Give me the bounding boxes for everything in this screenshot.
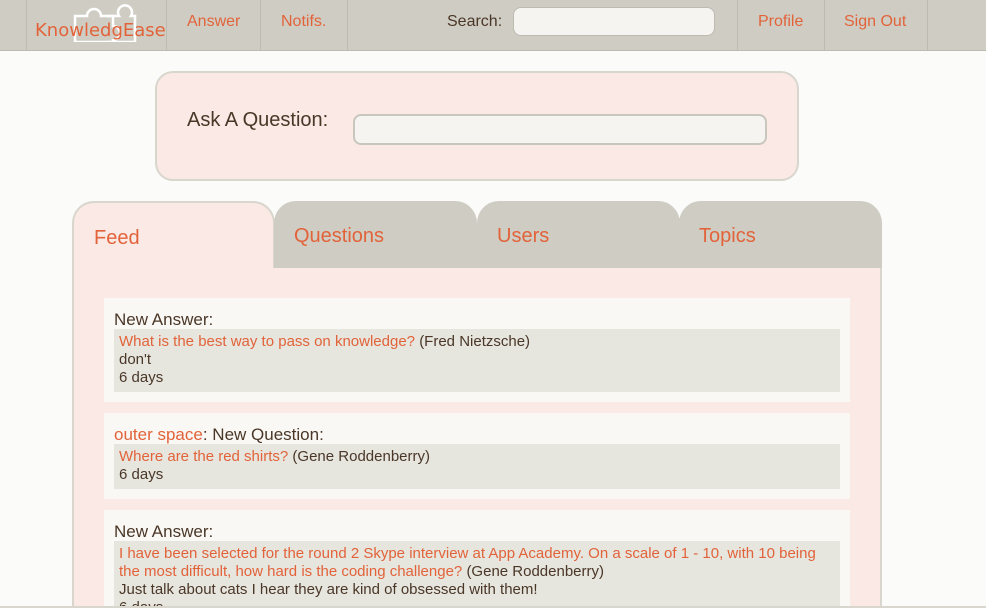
tab-users[interactable]: Users	[477, 201, 680, 268]
feed-item-age: 6 days	[119, 466, 164, 483]
feed-item: New Answer: What is the best way to pass…	[104, 298, 850, 402]
feed-item-kind: : New Question:	[202, 425, 324, 444]
question-author: (Gene Roddenberry)	[466, 563, 605, 580]
ask-question-label: Ask A Question:	[187, 109, 329, 131]
tab-feed-label: Feed	[94, 227, 140, 249]
ask-question-input[interactable]	[353, 114, 767, 145]
answer-excerpt: don't	[119, 351, 152, 368]
tab-topics-label: Topics	[699, 225, 756, 247]
tab-users-label: Users	[497, 225, 550, 247]
topic-link[interactable]: outer space	[114, 425, 203, 444]
nav-notifications-link[interactable]: Notifs.	[281, 13, 326, 31]
top-navbar: KnowledgEase Answer Notifs. Search: Prof…	[0, 0, 986, 51]
nav-profile-link[interactable]: Profile	[758, 13, 803, 31]
nav-signout-cell: Sign Out	[824, 0, 928, 50]
feed-item-body: I have been selected for the round 2 Sky…	[114, 541, 840, 608]
logo-text: KnowledgEase	[35, 20, 166, 41]
sign-out-link[interactable]: Sign Out	[844, 13, 906, 31]
feed-item-body: Where are the red shirts? (Gene Roddenbe…	[114, 444, 840, 489]
nav-profile-cell: Profile	[737, 0, 825, 50]
tab-feed[interactable]: Feed	[72, 201, 275, 270]
feed-item-heading: outer space: New Question:	[114, 425, 324, 445]
tab-questions-label: Questions	[294, 225, 385, 247]
feed-item-kind: New Answer:	[114, 522, 214, 541]
ask-question-panel: Ask A Question:	[155, 71, 799, 181]
question-link[interactable]: Where are the red shirts?	[119, 448, 288, 465]
nav-notifs-cell: Notifs.	[260, 0, 348, 50]
feed-panel: New Answer: What is the best way to pass…	[72, 268, 882, 608]
question-link[interactable]: What is the best way to pass on knowledg…	[119, 333, 415, 350]
logo[interactable]: KnowledgEase	[26, 0, 166, 50]
search-input[interactable]	[513, 7, 715, 36]
feed-item-age: 6 days	[119, 369, 164, 386]
search-label: Search:	[447, 13, 503, 30]
answer-excerpt: Just talk about cats I hear they are kin…	[119, 581, 538, 598]
nav-answer-link[interactable]: Answer	[187, 13, 240, 31]
tab-topics[interactable]: Topics	[679, 201, 882, 268]
feed-item: outer space: New Question: Where are the…	[104, 413, 850, 499]
tab-questions[interactable]: Questions	[274, 201, 477, 268]
feed-item-kind: New Answer:	[114, 310, 214, 329]
feed-item-body: What is the best way to pass on knowledg…	[114, 329, 840, 392]
nav-answer-cell: Answer	[166, 0, 260, 50]
question-author: (Fred Nietzsche)	[419, 333, 531, 350]
feed-item: New Answer: I have been selected for the…	[104, 510, 850, 608]
question-author: (Gene Roddenberry)	[292, 448, 430, 465]
